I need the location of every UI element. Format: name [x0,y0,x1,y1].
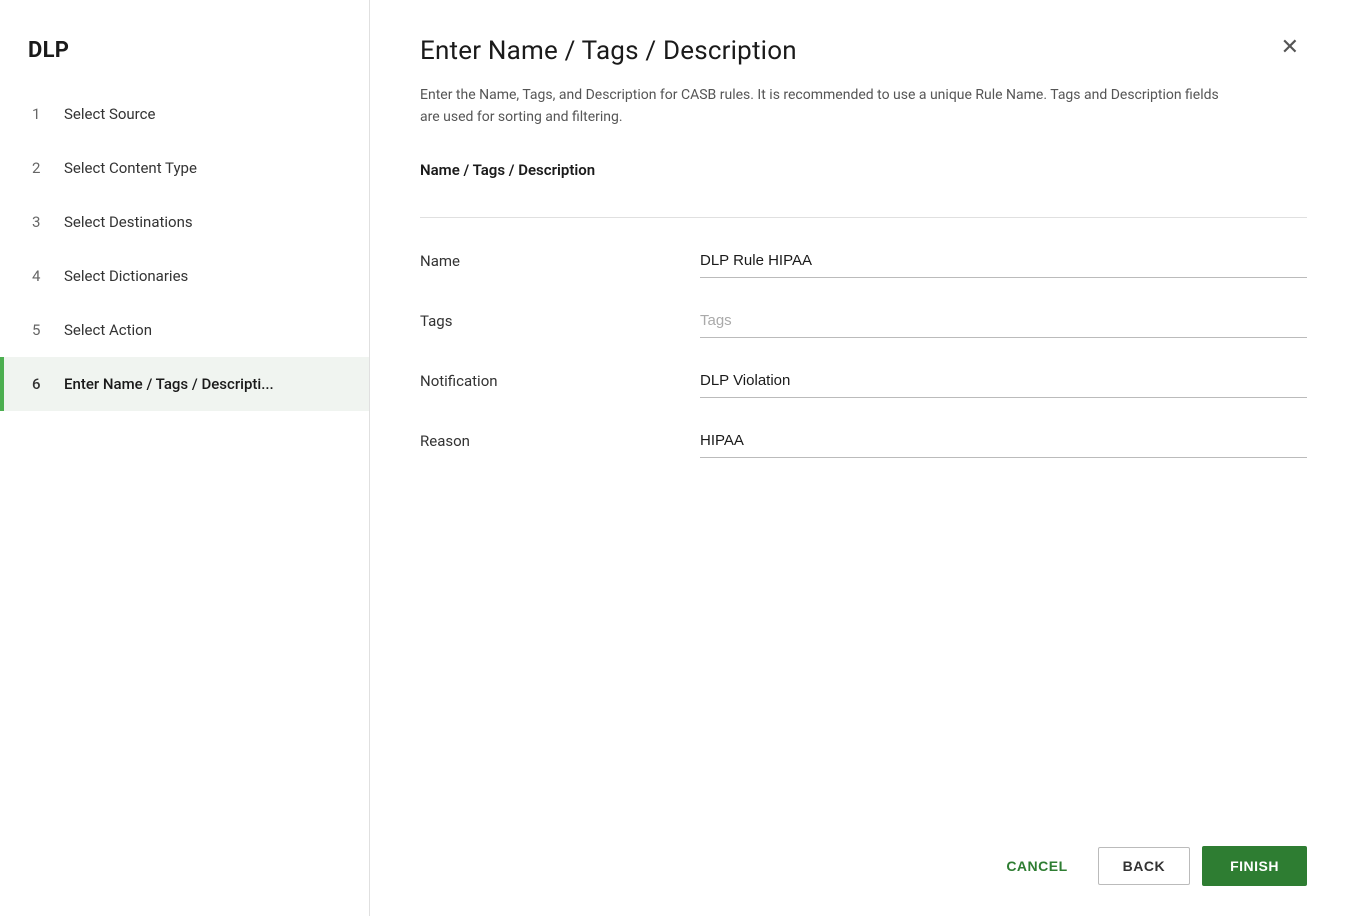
step-num-1: 1 [32,105,50,123]
tags-field [700,306,1307,338]
form-row-notification: Notification [420,366,1307,398]
sidebar-item-label-2: Select Content Type [64,159,197,177]
close-button[interactable]: ✕ [1273,32,1307,62]
name-input[interactable] [700,246,1307,278]
modal-dialog: DLP 1 Select Source 2 Select Content Typ… [0,0,1357,916]
section-title: Name / Tags / Description [420,161,1307,189]
modal-header: Enter Name / Tags / Description ✕ [420,36,1307,66]
section-divider [420,217,1307,218]
sidebar-item-label-3: Select Destinations [64,213,193,231]
modal-title: Enter Name / Tags / Description [420,36,797,66]
sidebar-item-label-6: Enter Name / Tags / Descripti... [64,375,274,393]
sidebar-item-label-4: Select Dictionaries [64,267,188,285]
step-num-3: 3 [32,213,50,231]
sidebar-item-select-action[interactable]: 5 Select Action [0,303,369,357]
sidebar-item-label-1: Select Source [64,105,155,123]
notification-label: Notification [420,372,700,398]
step-num-2: 2 [32,159,50,177]
sidebar-item-enter-name[interactable]: 6 Enter Name / Tags / Descripti... [0,357,369,411]
step-num-5: 5 [32,321,50,339]
tags-label: Tags [420,312,700,338]
step-num-6: 6 [32,375,50,393]
sidebar-item-select-content-type[interactable]: 2 Select Content Type [0,141,369,195]
finish-button[interactable]: FINISH [1202,846,1307,886]
sidebar: DLP 1 Select Source 2 Select Content Typ… [0,0,370,916]
step-num-4: 4 [32,267,50,285]
notification-field [700,366,1307,398]
modal-footer: CANCEL BACK FINISH [988,846,1307,886]
reason-label: Reason [420,432,700,458]
sidebar-title: DLP [0,20,369,87]
tags-input[interactable] [700,306,1307,338]
name-label: Name [420,252,700,278]
cancel-button[interactable]: CANCEL [988,848,1085,884]
modal-overlay: DLP 1 Select Source 2 Select Content Typ… [0,0,1357,916]
form-row-tags: Tags [420,306,1307,338]
sidebar-item-select-destinations[interactable]: 3 Select Destinations [0,195,369,249]
sidebar-item-select-source[interactable]: 1 Select Source [0,87,369,141]
form-row-name: Name [420,246,1307,278]
sidebar-item-select-dictionaries[interactable]: 4 Select Dictionaries [0,249,369,303]
name-field [700,246,1307,278]
reason-field [700,426,1307,458]
reason-input[interactable] [700,426,1307,458]
modal-description: Enter the Name, Tags, and Description fo… [420,84,1240,129]
main-content: Enter Name / Tags / Description ✕ Enter … [370,0,1357,916]
back-button[interactable]: BACK [1098,847,1190,885]
notification-input[interactable] [700,366,1307,398]
sidebar-item-label-5: Select Action [64,321,152,339]
form-row-reason: Reason [420,426,1307,458]
